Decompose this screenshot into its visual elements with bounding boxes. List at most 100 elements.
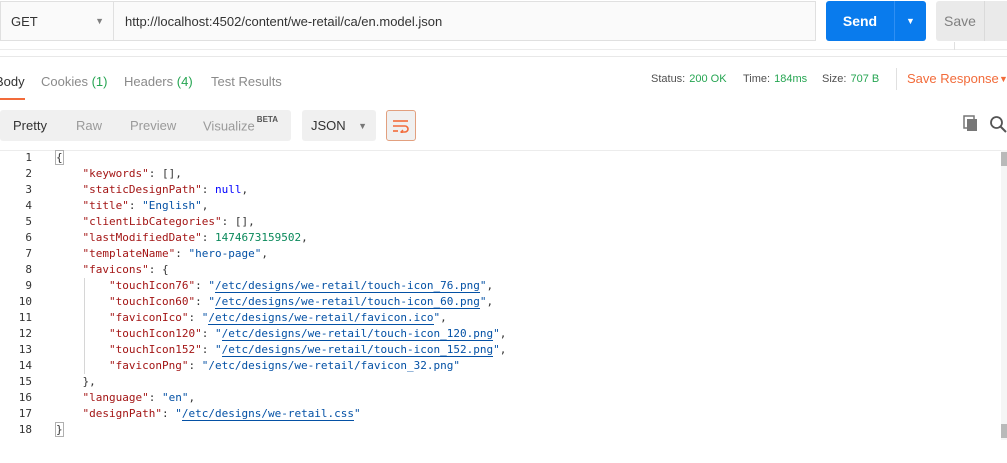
line-number: 15 [18, 375, 32, 388]
json-key: "clientLibCategories" [82, 215, 222, 228]
line-number: 18 [18, 423, 32, 436]
tab-headers[interactable]: Headers (4) [124, 74, 193, 89]
divider [954, 42, 955, 50]
json-key: "staticDesignPath" [82, 183, 202, 196]
wrap-lines-button[interactable] [386, 110, 416, 141]
json-value: "en" [161, 391, 189, 404]
line-number: 9 [25, 279, 32, 292]
code-line: } [55, 422, 64, 437]
save-button[interactable]: Save [936, 1, 984, 41]
search-icon[interactable] [989, 115, 1007, 133]
line-number: 16 [18, 391, 32, 404]
method-select[interactable]: GET ▼ [0, 1, 114, 41]
format-visualize[interactable]: Visualize BETA [203, 115, 278, 134]
json-key: "keywords" [82, 167, 149, 180]
beta-badge: BETA [256, 115, 278, 124]
line-number: 12 [18, 327, 32, 340]
json-value: 1474673159502 [214, 231, 302, 244]
json-link[interactable]: /etc/designs/we-retail/touch-icon_60.png [214, 295, 480, 309]
json-key: "touchIcon120" [108, 327, 202, 340]
url-input[interactable]: http://localhost:4502/content/we-retail/… [114, 1, 816, 41]
json-key: "touchIcon76" [108, 279, 196, 292]
active-tab-indicator [0, 98, 25, 100]
json-key: "faviconPng" [108, 359, 189, 372]
json-key: "touchIcon60" [108, 295, 196, 308]
line-number: 2 [25, 167, 32, 180]
line-number: 4 [25, 199, 32, 212]
code-line: "touchIcon152": "/etc/designs/we-retail/… [108, 343, 507, 357]
code-line: "staticDesignPath": null, [82, 183, 249, 196]
json-link[interactable]: /etc/designs/we-retail/favicon.ico [208, 311, 434, 325]
chevron-down-icon: ▼ [95, 16, 104, 26]
format-raw[interactable]: Raw [76, 118, 102, 133]
line-number: 6 [25, 231, 32, 244]
status-info: Status: 200 OK [651, 73, 727, 85]
line-number: 14 [18, 359, 32, 372]
format-preview[interactable]: Preview [130, 118, 176, 133]
json-value: null [214, 183, 242, 196]
code-line: "touchIcon60": "/etc/designs/we-retail/t… [108, 295, 494, 309]
json-link[interactable]: /etc/designs/we-retail/touch-icon_120.pn… [221, 327, 494, 341]
json-response-body[interactable]: { "keywords": [], "staticDesignPath": nu… [55, 150, 1001, 438]
code-line: "favicons": { [82, 263, 169, 276]
visualize-label: Visualize [203, 118, 255, 134]
size-value: 707 B [850, 73, 880, 85]
json-value: "/etc/designs/we-retail/favicon_32.png" [201, 359, 460, 372]
language-select[interactable]: JSON ▼ [302, 110, 376, 141]
send-options-chevron-icon[interactable]: ▼ [895, 16, 926, 26]
line-number: 8 [25, 263, 32, 276]
save-options-button[interactable] [984, 1, 1007, 41]
code-line: }, [56, 375, 96, 388]
json-key: "designPath" [82, 407, 162, 420]
send-label: Send [842, 13, 878, 29]
line-number: 7 [25, 247, 32, 260]
json-value: [] [234, 215, 249, 228]
status-value: 200 OK [689, 73, 727, 85]
json-link[interactable]: /etc/designs/we-retail/touch-icon_152.pn… [221, 343, 494, 357]
scrollbar-marker[interactable] [1001, 424, 1007, 438]
save-response-button[interactable]: Save Response [907, 71, 999, 86]
wrap-lines-icon [393, 119, 409, 133]
json-key: "title" [82, 199, 129, 212]
code-line: "lastModifiedDate": 1474673159502, [82, 231, 308, 244]
code-line: "faviconPng": "/etc/designs/we-retail/fa… [108, 359, 460, 372]
format-selector: Pretty Raw Preview Visualize BETA [0, 110, 291, 141]
vertical-scrollbar[interactable] [1001, 150, 1007, 440]
json-key: "language" [82, 391, 149, 404]
divider [0, 49, 1007, 50]
tab-cookies-label: Cookies [41, 74, 88, 89]
tab-cookies-count: (1) [91, 74, 108, 89]
time-value: 184ms [774, 73, 808, 85]
tab-cookies[interactable]: Cookies (1) [41, 74, 107, 89]
status-label: Status: [651, 73, 686, 85]
line-number: 11 [18, 311, 32, 324]
json-key: "touchIcon152" [108, 343, 202, 356]
scrollbar-marker[interactable] [1001, 152, 1007, 166]
size-info: Size: 707 B [822, 73, 879, 85]
tab-headers-count: (4) [176, 74, 193, 89]
format-pretty[interactable]: Pretty [13, 118, 47, 133]
size-label: Size: [822, 73, 847, 85]
code-line: "language": "en", [82, 391, 196, 404]
json-value: "English" [142, 199, 202, 212]
json-link[interactable]: /etc/designs/we-retail/touch-icon_76.png [214, 279, 480, 293]
time-info: Time: 184ms [743, 73, 807, 85]
code-line: { [55, 150, 64, 165]
tab-test-results[interactable]: Test Results [211, 74, 282, 89]
copy-icon[interactable] [963, 115, 979, 133]
line-number: 13 [18, 343, 32, 356]
code-line: "designPath": "/etc/designs/we-retail.cs… [82, 407, 361, 421]
chevron-down-icon[interactable]: ▼ [999, 74, 1007, 84]
json-link[interactable]: /etc/designs/we-retail.css [181, 407, 355, 421]
json-key: "favicons" [82, 263, 149, 276]
divider [0, 56, 1007, 57]
tab-body[interactable]: Body [0, 74, 25, 89]
json-key: "faviconIco" [108, 311, 189, 324]
send-button[interactable]: Send ▼ [826, 1, 926, 41]
line-number: 17 [18, 407, 32, 420]
line-number: 1 [25, 151, 32, 164]
code-line: "title": "English", [82, 199, 209, 212]
chevron-down-icon: ▼ [358, 120, 367, 131]
line-number-gutter: 1 2 3 4 5 6 7 8 9 10 11 12 13 14 15 16 1… [0, 150, 42, 438]
line-number: 10 [18, 295, 32, 308]
